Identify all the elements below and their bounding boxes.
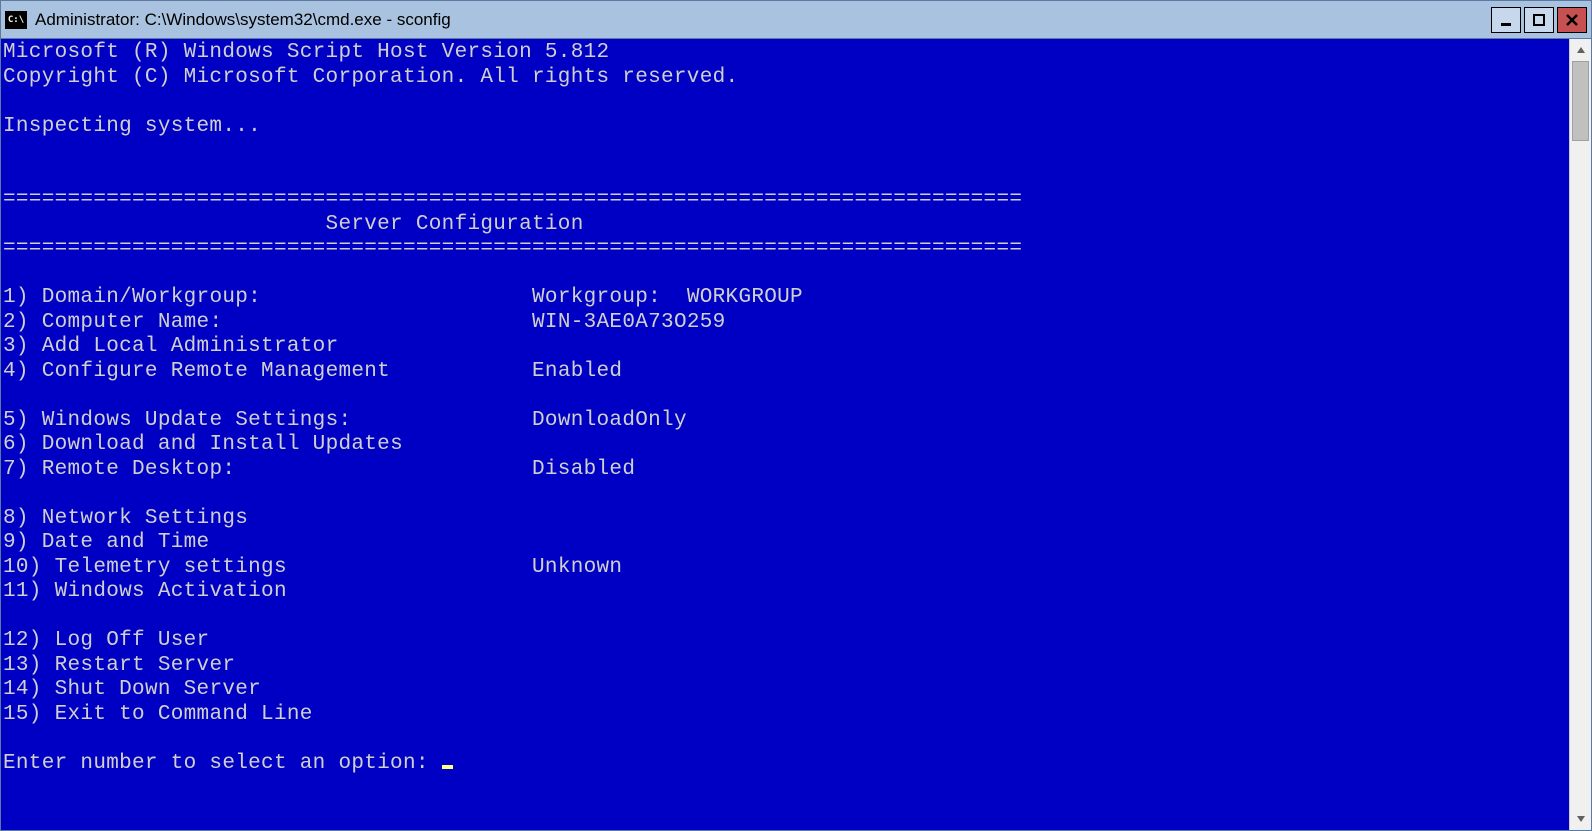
cursor (442, 765, 453, 769)
header-line-2: Copyright (C) Microsoft Corporation. All… (3, 66, 738, 89)
console-area: Microsoft (R) Windows Script Host Versio… (1, 39, 1591, 830)
window-title: Administrator: C:\Windows\system32\cmd.e… (35, 10, 1491, 30)
menu-item-2: 2) Computer Name: WIN-3AE0A73O259 (3, 311, 726, 334)
menu-item-12: 12) Log Off User (3, 629, 209, 652)
menu-item-14: 14) Shut Down Server (3, 678, 261, 701)
scroll-down-button[interactable] (1570, 808, 1591, 830)
menu-item-10: 10) Telemetry settings Unknown (3, 556, 622, 579)
window-controls (1491, 7, 1587, 33)
config-title: Server Configuration (3, 213, 584, 236)
menu-item-3: 3) Add Local Administrator (3, 335, 338, 358)
scroll-thumb[interactable] (1572, 61, 1589, 141)
minimize-button[interactable] (1491, 7, 1521, 33)
console-output[interactable]: Microsoft (R) Windows Script Host Versio… (1, 39, 1569, 830)
inspecting-line: Inspecting system... (3, 115, 261, 138)
divider-top: ========================================… (3, 188, 1022, 211)
scroll-up-button[interactable] (1570, 39, 1591, 61)
divider-bottom: ========================================… (3, 237, 1022, 260)
cmd-window: C:\ Administrator: C:\Windows\system32\c… (0, 0, 1592, 831)
cmd-icon: C:\ (5, 11, 27, 29)
menu-item-1: 1) Domain/Workgroup: Workgroup: WORKGROU… (3, 286, 803, 309)
menu-item-15: 15) Exit to Command Line (3, 703, 313, 726)
close-button[interactable] (1557, 7, 1587, 33)
scroll-track[interactable] (1570, 61, 1591, 808)
titlebar[interactable]: C:\ Administrator: C:\Windows\system32\c… (1, 1, 1591, 39)
menu-item-6: 6) Download and Install Updates (3, 433, 403, 456)
header-line-1: Microsoft (R) Windows Script Host Versio… (3, 41, 609, 64)
prompt-line[interactable]: Enter number to select an option: (3, 752, 453, 775)
menu-item-9: 9) Date and Time (3, 531, 209, 554)
menu-item-4: 4) Configure Remote Management Enabled (3, 360, 622, 383)
menu-item-13: 13) Restart Server (3, 654, 235, 677)
menu-item-11: 11) Windows Activation (3, 580, 287, 603)
menu-item-7: 7) Remote Desktop: Disabled (3, 458, 635, 481)
maximize-button[interactable] (1524, 7, 1554, 33)
menu-item-8: 8) Network Settings (3, 507, 248, 530)
scrollbar[interactable] (1569, 39, 1591, 830)
menu-item-5: 5) Windows Update Settings: DownloadOnly (3, 409, 687, 432)
